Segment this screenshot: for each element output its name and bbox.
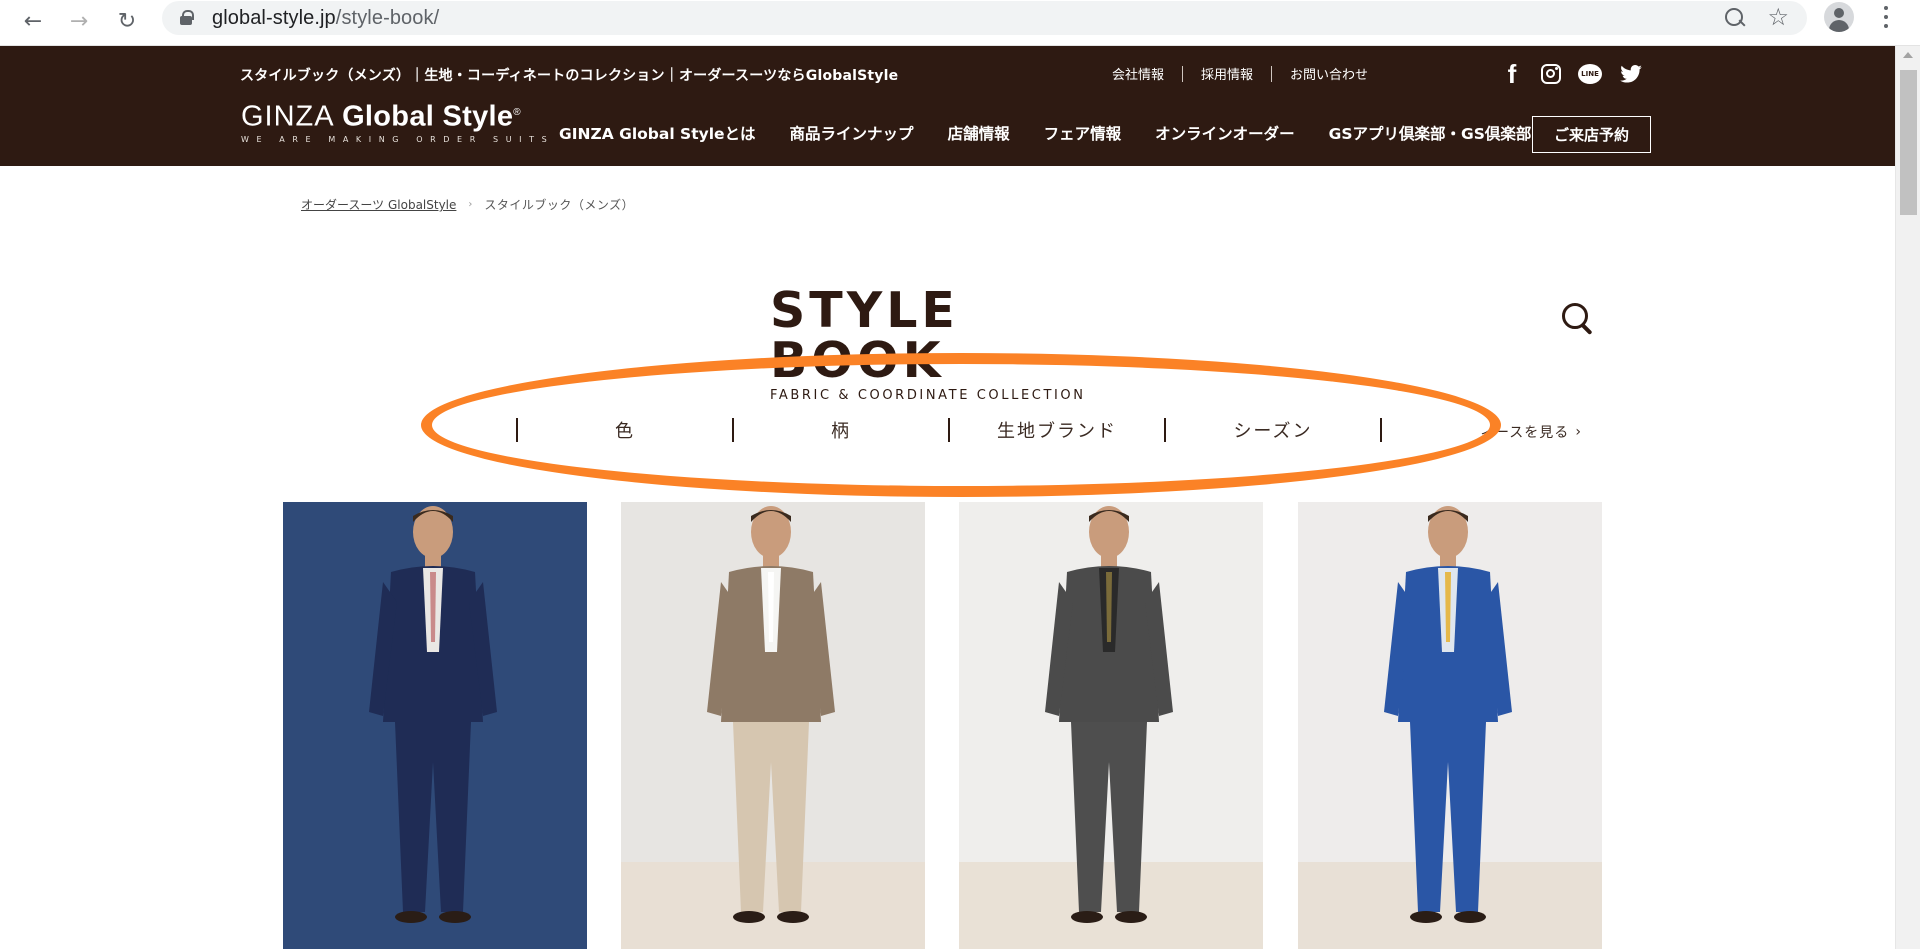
nav-item-products[interactable]: 商品ラインナップ <box>790 122 914 144</box>
breadcrumb-separator: › <box>468 199 473 210</box>
scrollbar-thumb[interactable] <box>1900 70 1917 215</box>
back-arrow-icon[interactable]: ← <box>16 4 50 38</box>
util-link-recruit[interactable]: 採用情報 <box>1201 64 1253 83</box>
reload-icon[interactable]: ↻ <box>110 4 144 38</box>
tab-fabric-brand[interactable]: 生地ブランド <box>950 417 1164 443</box>
nav-item-about[interactable]: GINZA Global Styleとは <box>559 122 756 144</box>
instagram-icon[interactable] <box>1541 64 1561 84</box>
forward-arrow-icon[interactable]: → <box>62 4 96 38</box>
page-title: STYLE BOOK FABRIC & COORDINATE COLLECTIO… <box>770 282 1150 400</box>
twitter-icon[interactable] <box>1619 62 1643 86</box>
style-card[interactable] <box>1298 502 1602 949</box>
page-title-subtitle: FABRIC & COORDINATE COLLECTION <box>770 389 1086 399</box>
logo-subtitle: WE ARE MAKING ORDER SUITS <box>241 134 555 144</box>
util-link-company[interactable]: 会社情報 <box>1112 64 1164 83</box>
breadcrumb-current: スタイルブック（メンズ） <box>484 198 635 212</box>
reserve-visit-button[interactable]: ご来店予約 <box>1532 116 1651 153</box>
tab-pattern[interactable]: 柄 <box>734 417 948 443</box>
utility-links: 会社情報 採用情報 お問い合わせ <box>1112 64 1368 83</box>
nav-item-online-order[interactable]: オンラインオーダー <box>1155 122 1295 144</box>
nav-item-club[interactable]: GSアプリ倶楽部・GS倶楽部 <box>1329 122 1532 144</box>
facebook-icon[interactable]: f <box>1500 61 1524 87</box>
logo-mark: ® <box>513 107 521 118</box>
scroll-up-arrow-icon[interactable] <box>1903 52 1913 58</box>
tab-season[interactable]: シーズン <box>1166 417 1380 443</box>
lock-icon <box>180 10 194 25</box>
style-card[interactable] <box>959 502 1263 949</box>
logo-ginza: GINZA <box>241 100 343 133</box>
tab-color[interactable]: 色 <box>518 417 732 443</box>
profile-avatar-icon[interactable] <box>1824 2 1854 32</box>
browser-menu-icon[interactable] <box>1876 4 1896 30</box>
zoom-icon[interactable] <box>1723 6 1747 30</box>
filter-tabs: 色 柄 生地ブランド シーズン <box>516 417 1382 443</box>
logo-global-style: Global Style <box>342 100 514 133</box>
nav-item-fair[interactable]: フェア情報 <box>1044 122 1122 144</box>
bookmark-star-icon[interactable]: ☆ <box>1767 3 1789 31</box>
tab-divider <box>1380 418 1382 442</box>
model-photo <box>959 502 1263 949</box>
breadcrumb-home-link[interactable]: オーダースーツ GlobalStyle <box>301 196 456 213</box>
site-logo[interactable]: GINZA Global Style® WE ARE MAKING ORDER … <box>241 98 554 144</box>
address-bar[interactable]: global-style.jp/style-book/ ☆ <box>162 1 1807 35</box>
url-text[interactable]: global-style.jp/style-book/ <box>212 7 439 30</box>
url-domain: global-style.jp <box>212 7 336 29</box>
page-title-main: STYLE BOOK <box>770 282 959 389</box>
util-link-contact[interactable]: お問い合わせ <box>1290 64 1368 83</box>
line-icon[interactable]: LINE <box>1578 64 1602 84</box>
breadcrumb: オーダースーツ GlobalStyle › スタイルブック（メンズ） <box>301 196 634 213</box>
model-photo <box>621 502 925 949</box>
chevron-right-icon: › <box>1575 424 1582 440</box>
social-links: f LINE <box>1500 61 1643 87</box>
header-tagline: スタイルブック（メンズ）｜生地・コーディネートのコレクション｜オーダースーツなら… <box>240 68 899 84</box>
browser-toolbar: ← → ↻ global-style.jp/style-book/ ☆ <box>0 0 1920 46</box>
model-photo <box>283 502 587 949</box>
see-all-link[interactable]: ィースを見る › <box>1480 422 1582 442</box>
style-card[interactable] <box>283 502 587 949</box>
page-scrollbar[interactable] <box>1895 46 1920 949</box>
nav-item-stores[interactable]: 店舗情報 <box>948 122 1010 144</box>
global-nav: GINZA Global Styleとは 商品ラインナップ 店舗情報 フェア情報… <box>559 122 1531 144</box>
style-card[interactable] <box>621 502 925 949</box>
util-divider <box>1181 65 1183 82</box>
search-icon[interactable] <box>1560 302 1596 338</box>
util-divider <box>1270 65 1272 82</box>
model-photo <box>1298 502 1602 949</box>
url-path: /style-book/ <box>335 7 440 29</box>
see-all-label: ィースを見る <box>1480 425 1570 441</box>
site-header: スタイルブック（メンズ）｜生地・コーディネートのコレクション｜オーダースーツなら… <box>0 46 1895 166</box>
